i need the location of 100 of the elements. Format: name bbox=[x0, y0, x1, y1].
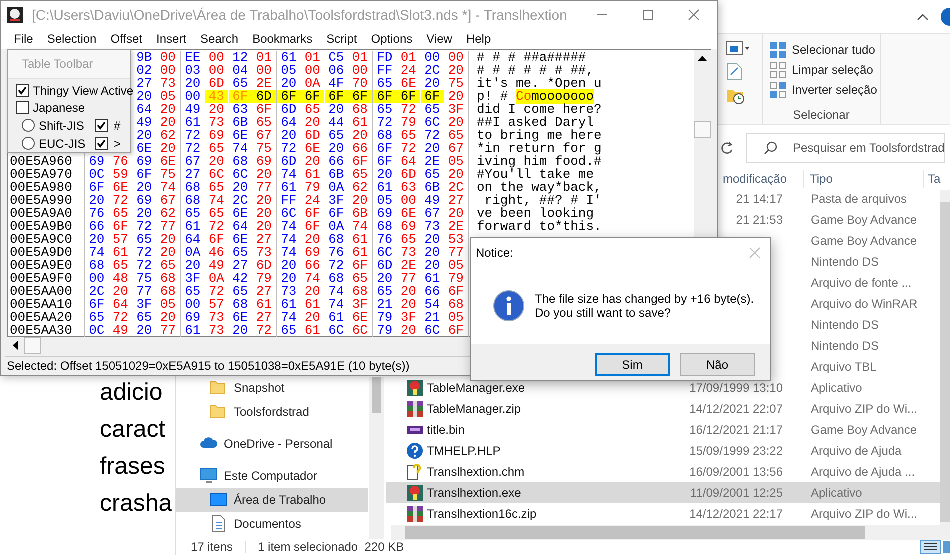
hex-byte[interactable]: 6F bbox=[85, 181, 109, 194]
hex-byte[interactable]: 54 bbox=[420, 298, 444, 311]
text-line[interactable]: did I come here? bbox=[477, 102, 602, 117]
horizontal-scrollbar[interactable] bbox=[391, 525, 940, 540]
hex-byte[interactable]: 27 bbox=[228, 259, 252, 272]
hex-byte[interactable]: 20 bbox=[85, 233, 109, 246]
hex-byte[interactable]: 65 bbox=[181, 207, 205, 220]
hex-byte[interactable]: 65 bbox=[85, 311, 109, 324]
scroll-thumb[interactable] bbox=[405, 526, 865, 539]
column-header[interactable]: Ta bbox=[924, 170, 940, 188]
hex-byte[interactable]: 6D bbox=[373, 259, 397, 272]
hex-byte[interactable]: 2C bbox=[228, 194, 252, 207]
hex-byte[interactable]: 21 bbox=[420, 311, 444, 324]
hex-byte[interactable]: 05 bbox=[156, 90, 180, 103]
hex-byte[interactable]: 3F bbox=[444, 103, 468, 116]
hex-byte[interactable]: 44 bbox=[324, 116, 348, 129]
hex-byte[interactable]: 75 bbox=[444, 77, 468, 90]
hex-byte[interactable]: 53 bbox=[444, 233, 468, 246]
hex-byte[interactable]: 65 bbox=[252, 116, 276, 129]
hex-byte[interactable]: FF bbox=[277, 194, 301, 207]
hex-byte[interactable]: 61 bbox=[348, 116, 372, 129]
hex-byte[interactable]: 0A bbox=[204, 272, 228, 285]
hex-byte[interactable]: 6E bbox=[132, 142, 156, 155]
hex-byte[interactable]: 00 bbox=[181, 90, 205, 103]
hex-byte[interactable]: 79 bbox=[444, 272, 468, 285]
text-line[interactable]: # # # ##a##### bbox=[477, 50, 586, 65]
dialog-button[interactable]: Não bbox=[680, 353, 755, 376]
hex-byte[interactable]: 73 bbox=[156, 77, 180, 90]
menu-item[interactable]: Script bbox=[320, 30, 364, 48]
hex-byte[interactable]: 6F bbox=[444, 324, 468, 337]
hex-byte[interactable]: 20 bbox=[373, 272, 397, 285]
radio-button[interactable] bbox=[22, 137, 35, 150]
hex-byte[interactable]: 67 bbox=[420, 207, 444, 220]
hex-byte[interactable]: 69 bbox=[252, 155, 276, 168]
hex-byte[interactable]: 0A bbox=[300, 77, 324, 90]
hex-byte[interactable]: 0C bbox=[85, 324, 109, 337]
hex-byte[interactable]: 6C bbox=[204, 168, 228, 181]
hex-byte[interactable]: 68 bbox=[181, 181, 205, 194]
hex-byte[interactable]: 20 bbox=[204, 155, 228, 168]
hex-byte[interactable]: 6F bbox=[300, 220, 324, 233]
hex-byte[interactable]: 66 bbox=[324, 155, 348, 168]
hex-byte[interactable]: 42 bbox=[228, 272, 252, 285]
hex-byte[interactable]: 6E bbox=[300, 142, 324, 155]
hex-byte[interactable]: 00 bbox=[156, 51, 180, 64]
hex-byte[interactable]: 75 bbox=[156, 168, 180, 181]
hex-byte[interactable]: 61 bbox=[300, 298, 324, 311]
hex-byte[interactable]: 20 bbox=[348, 129, 372, 142]
hex-byte[interactable]: 20 bbox=[156, 233, 180, 246]
hex-byte[interactable]: 27 bbox=[132, 77, 156, 90]
hex-byte[interactable]: 20 bbox=[277, 259, 301, 272]
hex-byte[interactable]: 6C bbox=[420, 324, 444, 337]
hex-byte[interactable]: 05 bbox=[444, 259, 468, 272]
hex-byte[interactable]: 65 bbox=[420, 168, 444, 181]
hex-byte[interactable]: 00 bbox=[396, 194, 420, 207]
hex-byte[interactable]: 72 bbox=[396, 103, 420, 116]
hex-byte[interactable]: 00 bbox=[204, 64, 228, 77]
hex-byte[interactable]: 61 bbox=[277, 181, 301, 194]
ribbon-button[interactable]: Limpar seleção bbox=[770, 60, 880, 80]
hex-byte[interactable]: 72 bbox=[181, 142, 205, 155]
hex-byte[interactable]: 64 bbox=[228, 220, 252, 233]
hex-byte[interactable]: 74 bbox=[85, 246, 109, 259]
hex-byte[interactable]: 6F bbox=[85, 298, 109, 311]
hex-byte[interactable]: 0C bbox=[85, 168, 109, 181]
hex-byte[interactable]: 49 bbox=[181, 103, 205, 116]
hex-byte[interactable]: 65 bbox=[132, 233, 156, 246]
checkbox[interactable] bbox=[16, 101, 29, 114]
checkbox[interactable] bbox=[16, 84, 29, 97]
hex-byte[interactable]: 65 bbox=[324, 129, 348, 142]
hex-byte[interactable]: 70 bbox=[348, 77, 372, 90]
hex-byte[interactable]: 74 bbox=[204, 194, 228, 207]
hex-byte[interactable]: 77 bbox=[156, 324, 180, 337]
hex-byte[interactable]: 05 bbox=[156, 298, 180, 311]
hex-byte[interactable]: 20 bbox=[396, 324, 420, 337]
hex-byte[interactable]: 57 bbox=[108, 233, 132, 246]
hex-byte[interactable]: 20 bbox=[324, 103, 348, 116]
hex-byte[interactable]: 64 bbox=[181, 233, 205, 246]
hex-byte[interactable]: 00 bbox=[444, 51, 468, 64]
file-row[interactable]: Translhextion.chm 16/09/2001 13:56 Arquivo de Ajuda ... bbox=[386, 461, 940, 482]
hex-byte[interactable]: 69 bbox=[204, 129, 228, 142]
hex-byte[interactable]: 67 bbox=[444, 142, 468, 155]
hex-byte[interactable]: 68 bbox=[156, 272, 180, 285]
hex-byte[interactable]: 65 bbox=[204, 207, 228, 220]
menu-item[interactable]: Offset bbox=[104, 30, 150, 48]
hex-byte[interactable]: 0A bbox=[181, 246, 205, 259]
nav-item[interactable]: Toolsfordstrad bbox=[176, 400, 368, 424]
hex-byte[interactable]: 64 bbox=[277, 116, 301, 129]
hex-byte[interactable]: 74 bbox=[348, 220, 372, 233]
hex-byte[interactable]: 6F bbox=[108, 220, 132, 233]
hex-byte[interactable]: 20 bbox=[420, 246, 444, 259]
hex-byte[interactable]: 69 bbox=[373, 207, 397, 220]
hex-byte[interactable]: 0A bbox=[324, 181, 348, 194]
hex-byte[interactable]: 20 bbox=[420, 142, 444, 155]
hex-byte[interactable]: 64 bbox=[132, 103, 156, 116]
hex-byte[interactable]: 6F bbox=[204, 233, 228, 246]
hex-byte[interactable]: 72 bbox=[132, 246, 156, 259]
hex-byte[interactable]: 27 bbox=[181, 168, 205, 181]
hex-byte[interactable]: 24 bbox=[396, 64, 420, 77]
checkbox[interactable] bbox=[95, 137, 108, 150]
hex-byte[interactable]: 6E bbox=[228, 207, 252, 220]
hex-byte[interactable]: 20 bbox=[85, 194, 109, 207]
